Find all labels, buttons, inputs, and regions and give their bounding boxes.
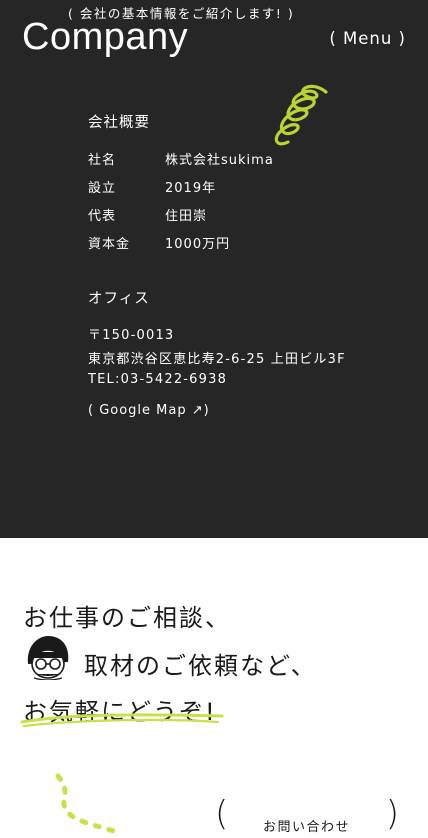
menu-button[interactable]: ( Menu ): [329, 29, 406, 48]
row-label: 資本金: [88, 237, 131, 252]
overview-row-capital: 資本金 1000万円: [88, 233, 230, 252]
office-title: オフィス: [88, 291, 150, 307]
row-label: 社名: [88, 153, 117, 168]
contact-right-paren: ): [385, 794, 399, 834]
row-value: 2019年: [165, 181, 217, 196]
row-label: 代表: [88, 209, 117, 224]
overview-row-founded: 設立 2019年: [88, 177, 216, 196]
page-title: Company: [22, 16, 189, 58]
overview-row-ceo: 代表 住田崇: [88, 205, 207, 224]
office-tel: TEL:03-5422-6938: [88, 372, 228, 387]
row-value: 株式会社sukima: [165, 153, 274, 168]
face-illustration-icon: [27, 636, 69, 680]
office-address: 東京都渋谷区恵比寿2-6-25 上田ビル3F: [88, 352, 346, 367]
contact-left-paren: (: [215, 794, 229, 834]
dotted-trail-icon: [55, 773, 121, 834]
row-value: 住田崇: [165, 209, 208, 224]
contact-button[interactable]: ( お問い合わせ ): [215, 794, 399, 838]
overview-title: 会社概要: [88, 115, 150, 131]
row-value: 1000万円: [165, 237, 231, 252]
contact-label: お問い合わせ: [263, 820, 351, 835]
spring-doodle-icon: [274, 84, 328, 146]
overview-row-name: 社名 株式会社sukima: [88, 149, 274, 168]
cta-line-1: お仕事のご相談、: [23, 604, 231, 632]
cta-line-2: 取材のご依頼など、: [84, 652, 317, 680]
company-section: ( 会社の基本情報をご紹介します! ) Company ( Menu ) 会社概…: [0, 0, 428, 538]
row-label: 設立: [88, 181, 117, 196]
office-postal: 〒150-0013: [88, 328, 175, 343]
google-map-link[interactable]: ( Google Map ↗): [88, 403, 210, 418]
highlight-underline-icon: [20, 713, 224, 728]
